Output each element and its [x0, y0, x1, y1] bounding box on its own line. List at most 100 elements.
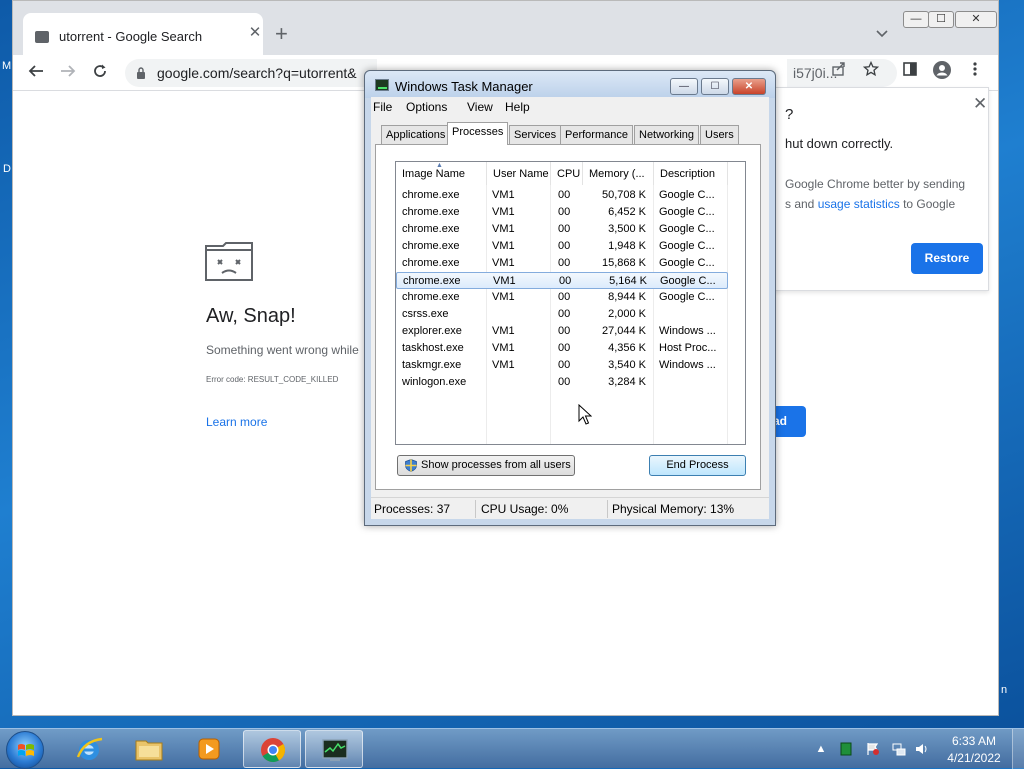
- table-row[interactable]: chrome.exe VM1 00 15,868 K Google C...: [396, 255, 728, 272]
- process-cpu: 00: [559, 275, 572, 287]
- share-icon[interactable]: [827, 61, 851, 85]
- reload-icon[interactable]: [87, 60, 113, 86]
- show-all-users-label: Show processes from all users: [421, 459, 571, 471]
- task-manager-window: Windows Task Manager — ☐ ✕ File Options …: [364, 70, 776, 526]
- side-panel-icon[interactable]: [898, 61, 922, 85]
- internet-explorer-icon: [76, 737, 103, 760]
- tab-processes[interactable]: Processes: [447, 122, 509, 145]
- process-image-name: chrome.exe: [402, 240, 460, 252]
- bookmark-star-icon[interactable]: [859, 60, 883, 85]
- desktop-icon-label: D: [3, 163, 11, 175]
- network-icon[interactable]: [892, 742, 906, 756]
- restore-button[interactable]: Restore: [911, 243, 983, 274]
- task-manager-icon: [322, 739, 348, 761]
- tab-search-chevron-icon[interactable]: [876, 25, 888, 41]
- maximize-button[interactable]: ☐: [928, 11, 954, 28]
- process-user-name: VM1: [492, 223, 515, 235]
- process-cpu: 00: [558, 257, 571, 269]
- process-description: Google C...: [659, 240, 715, 252]
- menu-file[interactable]: File: [373, 100, 392, 114]
- column-header-image-name[interactable]: ▲ Image Name: [396, 162, 487, 185]
- taskbar-internet-explorer[interactable]: [60, 730, 118, 768]
- process-memory: 3,284 K: [608, 376, 646, 388]
- minimize-button[interactable]: —: [903, 11, 929, 28]
- forward-arrow-icon[interactable]: [55, 60, 81, 86]
- process-image-name: taskmgr.exe: [402, 359, 462, 371]
- taskbar-chrome[interactable]: [243, 730, 301, 768]
- lock-icon: [137, 67, 145, 79]
- show-desktop-button[interactable]: [1012, 729, 1024, 769]
- error-code: Error code: RESULT_CODE_KILLED: [206, 375, 339, 384]
- learn-more-link[interactable]: Learn more: [206, 415, 267, 429]
- menu-view[interactable]: View: [467, 100, 493, 114]
- process-cpu: 00: [558, 308, 571, 320]
- menu-help[interactable]: Help: [505, 100, 530, 114]
- taskbar-task-manager[interactable]: [305, 730, 363, 768]
- table-row[interactable]: chrome.exe VM1 00 50,708 K Google C...: [396, 187, 728, 204]
- end-process-button[interactable]: End Process: [649, 455, 746, 476]
- new-tab-button[interactable]: +: [275, 23, 288, 45]
- process-memory: 3,500 K: [608, 223, 646, 235]
- table-row[interactable]: winlogon.exe 00 3,284 K: [396, 374, 728, 391]
- media-player-icon: [198, 738, 220, 760]
- table-row[interactable]: csrss.exe 00 2,000 K: [396, 306, 728, 323]
- back-arrow-icon[interactable]: [23, 60, 49, 86]
- taskbar-explorer[interactable]: [120, 730, 178, 768]
- close-icon[interactable]: ✕: [973, 94, 987, 114]
- tray-expand-arrow-icon[interactable]: ▲: [814, 742, 828, 756]
- table-row[interactable]: chrome.exe VM1 00 3,500 K Google C...: [396, 221, 728, 238]
- address-bar[interactable]: google.com/search?q=utorrent&: [125, 59, 377, 87]
- process-user-name: VM1: [492, 359, 515, 371]
- process-memory: 5,164 K: [609, 275, 647, 287]
- browser-tab[interactable]: utorrent - Google Search ✕: [23, 13, 263, 55]
- task-manager-app-icon: [375, 79, 389, 91]
- tab-networking[interactable]: Networking: [634, 125, 700, 144]
- more-menu-icon[interactable]: [963, 61, 987, 85]
- profile-avatar-icon[interactable]: [930, 61, 954, 85]
- process-list[interactable]: ▲ Image Name User Name CPU Memory (... De…: [395, 161, 746, 445]
- list-scrollbar-corner: [727, 162, 745, 185]
- column-header-description[interactable]: Description: [654, 162, 728, 185]
- page-favicon-icon: [35, 31, 49, 43]
- action-center-flag-icon[interactable]: [866, 742, 880, 756]
- desktop-icon-label: n: [1001, 684, 1008, 696]
- column-header-user-name[interactable]: User Name: [487, 162, 551, 185]
- tab-users[interactable]: Users: [700, 125, 739, 144]
- close-window-button[interactable]: ✕: [732, 78, 766, 95]
- status-divider: [607, 500, 608, 518]
- process-cpu: 00: [558, 325, 571, 337]
- tab-performance[interactable]: Performance: [560, 125, 633, 144]
- table-row[interactable]: taskhost.exe VM1 00 4,356 K Host Proc...: [396, 340, 728, 357]
- start-button[interactable]: [6, 731, 44, 769]
- column-header-cpu[interactable]: CPU: [551, 162, 583, 185]
- process-memory: 6,452 K: [608, 206, 646, 218]
- taskbar-media-player[interactable]: [180, 730, 238, 768]
- mouse-cursor-icon: [578, 404, 592, 425]
- chrome-icon: [261, 738, 286, 763]
- tab-applications[interactable]: Applications: [381, 125, 451, 144]
- menu-options[interactable]: Options: [406, 100, 447, 114]
- tab-services[interactable]: Services: [509, 125, 562, 144]
- process-user-name: VM1: [492, 291, 515, 303]
- volume-icon[interactable]: [915, 742, 929, 756]
- tray-green-status-icon[interactable]: [839, 742, 853, 756]
- column-header-memory[interactable]: Memory (...: [583, 162, 654, 185]
- table-row[interactable]: chrome.exe VM1 00 8,944 K Google C...: [396, 289, 728, 306]
- table-row[interactable]: chrome.exe VM1 00 5,164 K Google C...: [396, 272, 728, 289]
- bubble-stats-text: Google Chrome better by sending: [785, 177, 966, 191]
- table-row[interactable]: chrome.exe VM1 00 1,948 K Google C...: [396, 238, 728, 255]
- table-row[interactable]: chrome.exe VM1 00 6,452 K Google C...: [396, 204, 728, 221]
- process-image-name: chrome.exe: [402, 257, 460, 269]
- table-row[interactable]: explorer.exe VM1 00 27,044 K Windows ...: [396, 323, 728, 340]
- process-image-name: taskhost.exe: [402, 342, 464, 354]
- minimize-button[interactable]: —: [670, 78, 698, 95]
- task-manager-titlebar[interactable]: Windows Task Manager — ☐ ✕: [365, 71, 775, 98]
- close-window-button[interactable]: ✕: [955, 11, 997, 28]
- table-row[interactable]: taskmgr.exe VM1 00 3,540 K Windows ...: [396, 357, 728, 374]
- clock-date[interactable]: 4/21/2022: [944, 751, 1004, 765]
- maximize-button[interactable]: ☐: [701, 78, 729, 95]
- tab-close-icon[interactable]: ✕: [247, 25, 263, 41]
- show-all-users-button[interactable]: Show processes from all users: [397, 455, 575, 476]
- usage-statistics-link[interactable]: usage statistics: [818, 197, 900, 211]
- clock-time[interactable]: 6:33 AM: [948, 734, 1000, 748]
